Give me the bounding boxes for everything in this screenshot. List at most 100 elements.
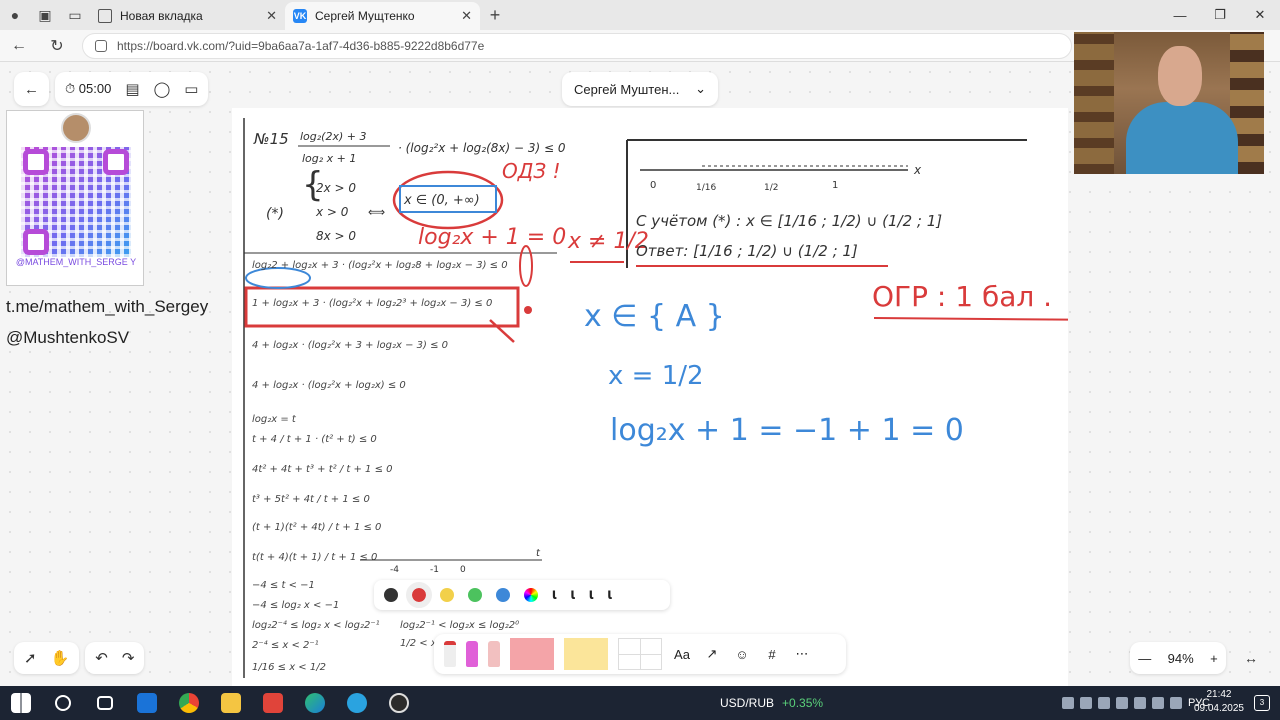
x-axis-label: x: [913, 163, 922, 177]
stroke-bold-icon[interactable]: ɩ: [607, 586, 611, 604]
tab-label: Сергей Мущтенко: [315, 9, 415, 23]
collections-icon[interactable]: ▣: [30, 0, 60, 30]
obs-icon[interactable]: [378, 686, 420, 720]
grid-icon[interactable]: #: [762, 647, 782, 662]
refresh-icon[interactable]: ↻: [38, 36, 76, 56]
new-tab-button[interactable]: +: [480, 5, 510, 26]
zoom-out-button[interactable]: —: [1138, 651, 1151, 666]
system-tray: РУС: [1061, 686, 1210, 720]
blue-ellipse: [245, 267, 311, 289]
back-button[interactable]: ←: [14, 72, 49, 106]
undo-icon[interactable]: ↶: [95, 649, 108, 667]
sticker-icon[interactable]: ☺: [732, 647, 752, 662]
svg-text:4t² + 4t + t³ + t² / t + 1 ≤ 0: 4t² + 4t + t³ + t² / t + 1 ≤ 0: [252, 464, 393, 475]
problem-rest: · (log₂²x + log₂(8x) − 3) ≤ 0: [398, 141, 566, 155]
tray-icon[interactable]: [1061, 697, 1074, 709]
ogr-underline: [873, 317, 1105, 321]
telegram-icon[interactable]: [336, 686, 378, 720]
tray-icon[interactable]: [1097, 697, 1110, 709]
tray-icon[interactable]: [1115, 697, 1128, 709]
comment-icon[interactable]: ◯: [154, 80, 171, 98]
task-view-icon[interactable]: [84, 686, 126, 720]
close-window-icon[interactable]: ✕: [1240, 0, 1280, 30]
color-red[interactable]: [406, 582, 432, 608]
svg-text:−4 ≤ log₂ x < −1: −4 ≤ log₂ x < −1: [252, 600, 339, 611]
pen-icon[interactable]: [444, 641, 456, 667]
redo-icon[interactable]: ↷: [122, 649, 135, 667]
tab-vk-board[interactable]: VK Сергей Мущтенко ✕: [285, 2, 480, 30]
wps-icon[interactable]: [252, 686, 294, 720]
profile-icon[interactable]: ●: [0, 0, 30, 30]
history-controls: ↶ ↷: [85, 642, 145, 674]
stroke-medium-icon[interactable]: ɩ: [570, 586, 574, 604]
condition-1: 2x > 0: [316, 181, 356, 195]
tab-new[interactable]: Новая вкладка ✕: [90, 2, 285, 30]
zoom-in-button[interactable]: +: [1210, 651, 1218, 666]
color-black[interactable]: [384, 588, 398, 602]
user-menu[interactable]: Сергей Муштен... ⌄: [562, 72, 718, 106]
url-text: https://board.vk.com/?uid=9ba6aa7a-1af7-…: [117, 38, 485, 53]
svg-text:4 + log₂x · (log₂²x + log₂x) ≤: 4 + log₂x · (log₂²x + log₂x) ≤ 0: [252, 380, 406, 391]
minimize-icon[interactable]: —: [1160, 0, 1200, 30]
layout-icon[interactable]: ▤: [125, 80, 139, 98]
tray-icon[interactable]: [1133, 697, 1146, 709]
timer[interactable]: ⏱ 05:00: [65, 81, 111, 97]
fit-width-icon[interactable]: ↔: [1238, 642, 1264, 674]
back-icon[interactable]: ←: [0, 37, 38, 55]
lock-icon: [95, 39, 107, 52]
tick-t-zero: 0: [460, 565, 466, 575]
color-picker-icon[interactable]: [524, 588, 538, 602]
text-tool-button[interactable]: Aa: [672, 647, 692, 662]
maximize-icon[interactable]: ❐: [1200, 0, 1240, 30]
color-blue[interactable]: [496, 588, 510, 602]
close-icon[interactable]: ✕: [461, 8, 472, 24]
file-explorer-icon[interactable]: [210, 686, 252, 720]
currency-widget[interactable]: USD/RUB +0.35%: [720, 696, 823, 710]
problem-number: №15: [253, 130, 289, 148]
select-controls: ➚ ✋: [14, 642, 80, 674]
pointer-icon[interactable]: ➚: [24, 649, 37, 667]
search-icon[interactable]: [42, 686, 84, 720]
tick-one-half: 1/2: [764, 183, 778, 193]
tab-label: Новая вкладка: [120, 9, 203, 23]
windows-start-icon[interactable]: [0, 686, 42, 720]
tick-minus-1: -1: [430, 565, 439, 575]
user-handle: @MushtenkoSV: [6, 328, 130, 347]
svg-text:t(t + 4)(t + 1) / t + 1 ≤ 0: t(t + 4)(t + 1) / t + 1 ≤ 0: [252, 552, 377, 563]
highlighter-icon[interactable]: [466, 641, 478, 667]
color-yellow[interactable]: [440, 588, 454, 602]
stroke-thin-icon[interactable]: ɩ: [552, 586, 556, 604]
color-green[interactable]: [468, 588, 482, 602]
star-mark: (*): [266, 206, 284, 222]
arrow-tool-icon[interactable]: ↗: [702, 646, 722, 662]
sticky-note-yellow[interactable]: [564, 638, 608, 670]
wifi-icon[interactable]: [1151, 697, 1164, 709]
close-icon[interactable]: ✕: [266, 8, 277, 24]
sticky-note-pink[interactable]: [510, 638, 554, 670]
url-field[interactable]: https://board.vk.com/?uid=9ba6aa7a-1af7-…: [82, 32, 1072, 59]
log-equation: log₂x + 1 = 0: [418, 225, 566, 250]
volume-icon[interactable]: [1169, 697, 1182, 709]
avatar: [61, 113, 91, 143]
chrome-icon[interactable]: [168, 686, 210, 720]
timer-controls: ⏱ 05:00 ▤ ◯ ▭: [55, 72, 209, 106]
qr-finder: [103, 149, 129, 175]
odz-result: x ∈ (0, +∞): [403, 193, 480, 208]
tray-icon[interactable]: [1079, 697, 1092, 709]
edge-icon[interactable]: [294, 686, 336, 720]
eraser-icon[interactable]: [488, 641, 500, 667]
outlook-icon[interactable]: [126, 686, 168, 720]
table-icon[interactable]: [618, 638, 662, 670]
present-icon[interactable]: ▭: [184, 80, 198, 98]
svg-text:log₂2 + log₂x + 3 · (log₂²x +: log₂2 + log₂x + 3 · (log₂²x + log₂8 + lo…: [252, 260, 508, 271]
telegram-link: t.me/mathem_with_Sergey: [6, 297, 209, 316]
stroke-thick-icon[interactable]: ɩ: [589, 586, 593, 604]
red-pointer: [489, 319, 515, 343]
tab-actions-icon[interactable]: ▭: [60, 0, 90, 30]
hand-icon[interactable]: ✋: [51, 649, 70, 667]
notification-icon[interactable]: 3: [1254, 695, 1270, 711]
clock[interactable]: 21:42 09.04.2025: [1194, 688, 1244, 716]
more-icon[interactable]: ⋯: [792, 646, 812, 662]
x-value: x = 1/2: [608, 361, 704, 391]
timer-value: 05:00: [78, 81, 112, 96]
